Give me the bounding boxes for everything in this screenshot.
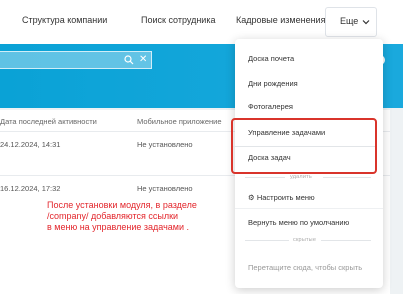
highlight-frame — [231, 118, 377, 174]
more-label: Еще — [340, 16, 359, 26]
menu-item-honor-board[interactable]: Доска почета — [248, 54, 294, 63]
annotation-note: После установки модуля, в разделе /compa… — [47, 200, 247, 233]
section-label: удалить — [290, 174, 312, 180]
cell-date: 16.12.2024, 17:32 — [0, 184, 61, 193]
cell-mobile: Не установлено — [137, 140, 193, 149]
section-label: скрытые — [293, 237, 317, 243]
cell-mobile: Не установлено — [137, 184, 193, 193]
clear-icon[interactable]: ✕ — [139, 55, 148, 65]
divider — [245, 240, 289, 241]
cell-date: 24.12.2024, 14:31 — [0, 140, 61, 149]
menu-item-task-management[interactable]: Управление задачами — [248, 128, 325, 137]
search-icon[interactable] — [124, 55, 134, 65]
menu-reset[interactable]: Вернуть меню по умолчанию — [248, 218, 349, 227]
nav-item-employee-search[interactable]: Поиск сотрудника — [141, 15, 215, 25]
menu-configure-label: Настроить меню — [256, 193, 315, 202]
column-header-last-activity[interactable]: Дата последней активности — [0, 117, 97, 126]
chevron-down-icon — [362, 20, 370, 25]
annotation-line: После установки модуля, в разделе — [47, 200, 197, 210]
search-input[interactable]: ✕ — [0, 51, 152, 69]
divider — [323, 177, 371, 178]
annotation-line: в меню на управление задачами . — [47, 222, 189, 232]
nav-item-hr-changes[interactable]: Кадровые изменения — [236, 15, 325, 25]
drop-zone-hint[interactable]: Перетащите сюда, чтобы скрыть — [248, 263, 362, 272]
more-button[interactable]: Еще — [325, 7, 377, 37]
divider — [245, 177, 285, 178]
menu-item-task-board[interactable]: Доска задач — [248, 153, 291, 162]
nav-item-company-structure[interactable]: Структура компании — [22, 15, 107, 25]
menu-item-birthdays[interactable]: Дни рождения — [248, 79, 298, 88]
annotation-line: /company/ добавляются ссылки — [47, 211, 179, 221]
divider — [321, 240, 371, 241]
divider — [235, 208, 383, 209]
column-header-mobile-app[interactable]: Мобильное приложение — [137, 117, 222, 126]
menu-configure[interactable]: ⚙ Настроить меню — [248, 193, 315, 202]
menu-item-photo-gallery[interactable]: Фотогалерея — [248, 102, 293, 111]
